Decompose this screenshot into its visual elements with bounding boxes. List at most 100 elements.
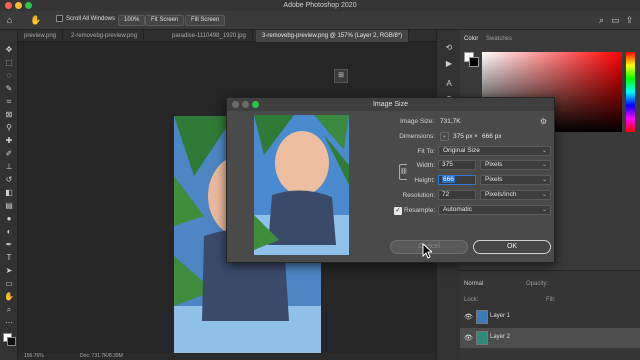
path-select-icon[interactable]: ➤ [3,265,15,276]
width-value: 375 [442,161,453,168]
tab-color[interactable]: Color [464,36,478,42]
eraser-icon[interactable]: ◧ [3,187,15,198]
doc-tab[interactable]: preview.png [18,30,64,42]
more-tools-icon[interactable]: ⋯ [3,317,15,328]
move-tool-icon[interactable]: ✥ [3,44,15,55]
height-unit: Pixels [485,176,503,183]
pen-tool-icon[interactable]: ✒ [3,239,15,250]
eye-icon[interactable]: 👁 [464,334,473,342]
dimensions-label: Dimensions: [399,133,435,140]
link-icon[interactable]: ⛓ [400,168,408,175]
zoom-100-button[interactable]: 100% [118,15,146,26]
app-title: Adobe Photoshop 2020 [283,2,357,9]
share-icon[interactable]: ⇪ [624,15,635,26]
zoom-tool-icon[interactable]: ⌕ [3,304,15,315]
dialog-minimize-button[interactable] [242,101,249,108]
resample-checkbox[interactable]: ✓ [394,207,402,215]
opacity-label: Opacity: [526,281,549,287]
preview-image [254,115,349,255]
fit-to-select[interactable]: Original Size ⌄ [438,146,551,156]
background-color-swatch[interactable] [7,337,16,346]
resolution-label: Resolution: [402,192,435,199]
tab-swatches[interactable]: Swatches [486,36,512,42]
layer-thumbnail [476,310,488,324]
doc-size: Doc: 731.7K/8.39M [80,353,123,359]
hand-tool-icon[interactable]: ✋ [30,15,41,26]
resample-value: Automatic [443,206,472,213]
blend-mode-select[interactable]: Normal [464,281,483,287]
fill-label: Fill: [546,297,556,303]
width-unit-select[interactable]: Pixels ⌄ [480,160,551,170]
resample-label: Resample: [404,207,436,214]
dialog-zoom-button[interactable] [252,101,259,108]
checkbox-box[interactable] [56,15,63,22]
doc-tab-active[interactable]: 3-removebg-preview.png @ 157% (Layer 2, … [256,30,410,42]
image-size-dialog: Image Size Image Size: 731,7K ⚙ Dimensio… [226,97,555,263]
layer-name: Layer 2 [490,334,511,340]
height-label: Height: [414,177,435,184]
ok-button[interactable]: OK [473,240,551,254]
history-brush-icon[interactable]: ↺ [3,174,15,185]
brush-tool-icon[interactable]: ✐ [3,148,15,159]
clone-stamp-icon[interactable]: ⊥ [3,161,15,172]
fit-screen-button[interactable]: Fit Screen [145,15,185,26]
character-panel-icon[interactable]: A [443,78,455,89]
gear-icon[interactable]: ⚙ [540,117,547,126]
dodge-tool-icon[interactable]: ◐ [3,226,15,237]
crop-tool-icon[interactable]: ⌗ [3,96,15,107]
gradient-tool-icon[interactable]: ▤ [3,200,15,211]
bg-color-chip[interactable] [469,57,479,67]
height-unit-select[interactable]: Pixels ⌄ [480,175,551,185]
zoom-level: 156.76% [24,353,44,359]
scroll-all-windows-checkbox[interactable]: Scroll All Windows [56,15,115,22]
image-size-value: 731,7K [440,118,461,125]
frame-tool-icon[interactable]: ⊠ [3,109,15,120]
layers-panel: Normal Opacity: Lock: Fill: 👁 Layer 1 👁 … [460,270,640,360]
resolution-unit: Pixels/Inch [485,191,517,198]
lasso-tool-icon[interactable]: ◌ [3,70,15,81]
doc-tab[interactable]: 2-removebg-preview.png [65,30,145,42]
type-tool-icon[interactable]: T [3,252,15,263]
height-value: 666 [442,176,455,183]
layer-name: Layer 1 [490,313,511,319]
hand-tool-icon[interactable]: ✋ [3,291,15,302]
doc-tab[interactable]: paradise-1110498_1920.jpg [166,30,253,42]
home-icon[interactable]: ⌂ [4,15,15,26]
fill-screen-button[interactable]: Fill Screen [185,15,226,26]
hue-slider[interactable] [626,52,635,132]
chevron-down-icon[interactable]: ⌄ [440,132,449,141]
search-icon[interactable]: ⌕ [596,15,607,26]
history-panel-icon[interactable]: ⟲ [443,42,455,53]
width-input[interactable]: 375 [438,160,476,170]
quick-select-icon[interactable]: ✎ [3,83,15,94]
chevron-down-icon: ⌄ [541,207,547,213]
layer-thumbnail [476,331,488,345]
chevron-down-icon: ⌄ [541,177,547,183]
image-preview[interactable] [254,115,349,255]
properties-float-icon[interactable]: ⊞ [334,69,348,83]
document-tab-bar: preview.png 2-removebg-preview.png parad… [18,30,436,42]
eyedropper-icon[interactable]: ⚲ [3,122,15,133]
dialog-title-bar: Image Size [227,98,554,111]
status-bar: 156.76% Doc: 731.7K/8.39M [18,353,436,360]
resample-select[interactable]: Automatic ⌄ [438,205,551,215]
rectangle-tool-icon[interactable]: ▭ [3,278,15,289]
layer-row-selected[interactable]: 👁 Layer 2 [460,328,640,348]
blur-tool-icon[interactable]: ● [3,213,15,224]
dimensions-width: 375 px [453,133,473,140]
play-actions-icon[interactable]: ▶ [443,58,455,69]
workspace-icon[interactable]: ▭ [610,15,621,26]
resolution-unit-select[interactable]: Pixels/Inch ⌄ [480,190,551,200]
layer-row[interactable]: 👁 Layer 1 [460,307,640,327]
mouse-cursor-icon [422,243,432,259]
dimensions-height: 666 px [482,133,502,140]
resolution-input[interactable]: 72 [438,190,476,200]
tools-panel: ✥ ⬚ ◌ ✎ ⌗ ⊠ ⚲ ✚ ✐ ⊥ ↺ ◧ ▤ ● ◐ ✒ T ➤ ▭ ✋ … [0,30,18,360]
dimensions-times: × [474,133,478,140]
height-input[interactable]: 666 [438,175,476,185]
fit-to-value: Original Size [443,147,480,154]
dialog-close-button[interactable] [232,101,239,108]
healing-brush-icon[interactable]: ✚ [3,135,15,146]
eye-icon[interactable]: 👁 [464,313,473,321]
marquee-tool-icon[interactable]: ⬚ [3,57,15,68]
